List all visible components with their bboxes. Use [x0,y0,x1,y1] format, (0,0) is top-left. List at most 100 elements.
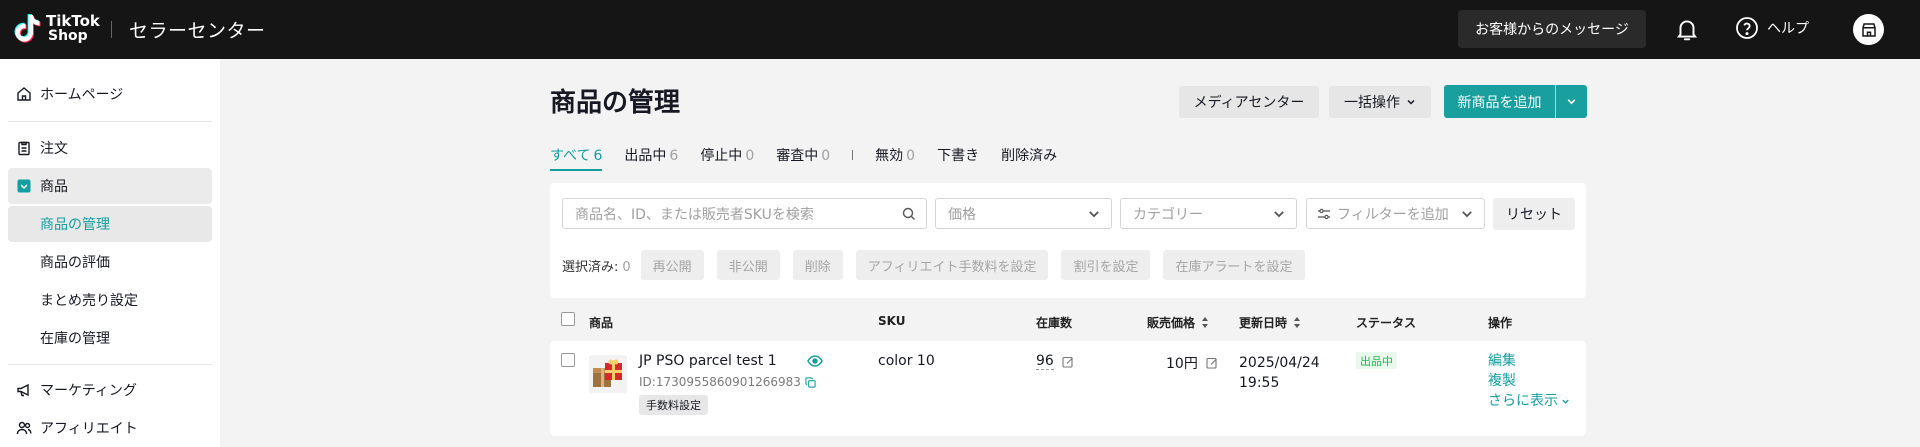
stock-cell: 96 [1036,353,1074,370]
tab-invalid[interactable]: 無効 0 [875,145,915,165]
sidebar-divider [8,121,212,122]
column-label: 更新日時 [1239,316,1288,330]
button-divider [1555,85,1556,118]
add-product-dropdown-button[interactable] [1556,96,1587,107]
tab-live[interactable]: 出品中 6 [624,145,678,165]
set-affiliate-commission-button[interactable]: アフィリエイト手数料を設定 [855,250,1049,280]
table-header: 商品 SKU 在庫数 販売価格 更新日時 ステータス 操作 [550,300,1586,341]
row-checkbox[interactable] [561,353,575,367]
copy-icon[interactable] [805,376,816,388]
sidebar-item-products[interactable]: 商品 [8,168,212,204]
column-status: ステータス [1356,316,1417,330]
sidebar-item-label: マーケティング [40,383,137,399]
sku-value: color 10 [878,353,935,369]
tab-drafts[interactable]: 下書き [937,145,979,165]
chevron-down-icon [1462,211,1472,218]
chevron-down-icon [1567,99,1576,105]
table-row: JP PSO parcel test 1 ID:1730955860901266… [550,341,1586,436]
bell-icon[interactable] [1674,16,1700,42]
column-price[interactable]: 販売価格 [1147,314,1209,331]
sidebar: ホームページ 注文 商品 商品の管理 商品の評価 まとめ売り設定 在庫の管理 マ… [0,59,220,447]
sidebar-item-inventory[interactable]: 在庫の管理 [8,320,212,356]
tab-label: 下書き [937,148,980,164]
tab-label: 削除済み [1001,148,1058,164]
edit-icon[interactable] [1062,356,1074,368]
product-name[interactable]: JP PSO parcel test 1 [639,353,777,369]
add-product-button[interactable]: 新商品を追加 [1444,92,1555,112]
tab-all[interactable]: すべて 6 [550,145,603,171]
bulk-action-button[interactable]: 一括操作 [1329,86,1431,118]
logo-text: TikTok Shop [46,14,100,44]
selected-number: 0 [622,259,631,275]
product-thumbnail[interactable] [589,355,627,393]
checkbox[interactable] [561,312,575,326]
selected-label: 選択済み: [562,259,619,275]
unpublish-button[interactable]: 非公開 [716,250,780,280]
tab-label: 無効 [875,148,904,164]
shop-profile-button[interactable] [1853,14,1884,45]
logo-divider [111,21,112,38]
media-center-button[interactable]: メディアセンター [1179,86,1319,118]
chevron-down-icon [1562,399,1569,404]
tab-reviewing[interactable]: 審査中 0 [776,145,830,165]
category-select[interactable]: カテゴリー [1120,198,1297,229]
product-icon [16,178,32,194]
duplicate-link[interactable]: 複製 [1488,371,1570,391]
customer-messages-button[interactable]: お客様からのメッセージ [1458,10,1646,48]
filter-panel: 商品名、ID、または販売者SKUを検索 価格 カテゴリー フィルターを追加 リセ… [550,183,1586,298]
sidebar-item-product-reviews[interactable]: 商品の評価 [8,244,212,280]
column-product: 商品 [589,316,614,330]
set-stock-alert-button[interactable]: 在庫アラートを設定 [1163,250,1305,280]
help-label: ヘルプ [1767,21,1809,37]
sort-icon[interactable] [1293,317,1301,328]
select-all-checkbox[interactable] [561,312,575,326]
edit-link[interactable]: 編集 [1488,351,1570,371]
price-select[interactable]: 価格 [935,198,1112,229]
bulk-action-label: 一括操作 [1344,95,1400,111]
sidebar-item-orders[interactable]: 注文 [8,130,212,166]
search-input[interactable]: 商品名、ID、または販売者SKUを検索 [562,198,927,229]
sidebar-item-affiliate[interactable]: アフィリエイト [8,410,212,446]
sidebar-item-manage-products[interactable]: 商品の管理 [8,206,212,242]
product-id-text: ID:1730955860901266983 [639,375,801,389]
filter-sliders-icon [1318,208,1330,219]
eye-icon[interactable] [807,355,823,367]
page-title: 商品の管理 [550,88,681,118]
add-filter-select[interactable]: フィルターを追加 [1306,198,1485,229]
edit-icon[interactable] [1206,357,1218,369]
column-stock: 在庫数 [1036,316,1073,330]
column-sku: SKU [878,314,906,328]
help-icon [1736,17,1758,39]
commission-badge: 手数料設定 [639,395,708,415]
clipboard-icon [16,140,32,156]
sidebar-divider [8,364,212,365]
reset-button[interactable]: リセット [1493,198,1575,230]
sort-icon[interactable] [1201,317,1209,328]
republish-button[interactable]: 再公開 [640,250,704,280]
search-icon[interactable] [902,207,916,221]
sidebar-item-bundle-settings[interactable]: まとめ売り設定 [8,282,212,318]
top-bar: TikTok Shop セラーセンター お客様からのメッセージ ヘルプ [0,0,1920,59]
tab-inactive[interactable]: 停止中 0 [700,145,754,165]
sidebar-item-marketing[interactable]: マーケティング [8,372,212,408]
status-badge: 出品中 [1356,352,1397,369]
tiktok-logo-icon[interactable] [14,13,42,45]
add-filter-placeholder: フィルターを追加 [1337,206,1449,223]
tab-label: 審査中 [776,148,819,164]
set-discount-button[interactable]: 割引を設定 [1061,250,1151,280]
updated-time: 19:55 [1239,375,1280,391]
app-title: セラーセンター [129,20,266,42]
delete-button[interactable]: 削除 [792,250,843,280]
chevron-down-icon [1407,99,1415,105]
tab-deleted[interactable]: 削除済み [1001,145,1057,165]
column-updated[interactable]: 更新日時 [1239,314,1301,331]
search-placeholder: 商品名、ID、または販売者SKUを検索 [575,206,814,223]
sidebar-item-home[interactable]: ホームページ [8,76,212,112]
price-placeholder: 価格 [948,206,976,223]
tab-label: すべて [550,148,591,164]
help-button[interactable]: ヘルプ [1735,16,1809,40]
home-icon [16,86,32,102]
bulk-action-row: 選択済み: 0 再公開 非公開 削除 アフィリエイト手数料を設定 割引を設定 在庫… [562,250,1318,280]
tab-divider [852,150,854,160]
more-link[interactable]: さらに表示 [1488,391,1570,411]
